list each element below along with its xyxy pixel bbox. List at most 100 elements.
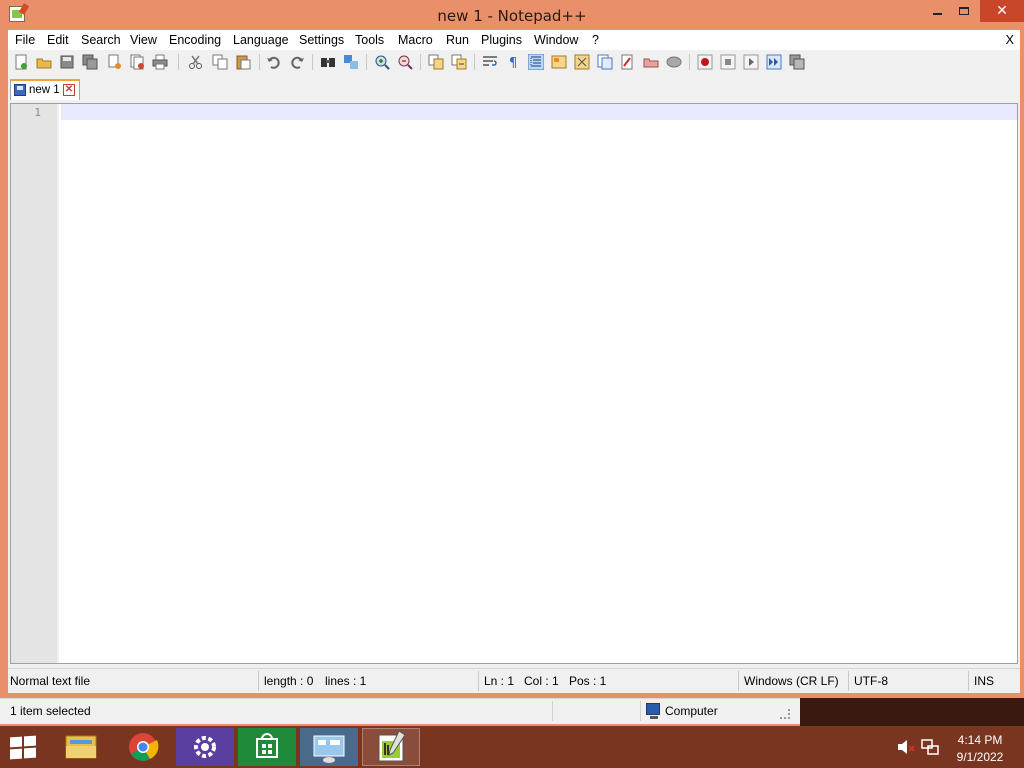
tab-label: new 1	[29, 84, 60, 96]
status-divider	[738, 671, 739, 691]
title-bar[interactable]: new 1 - Notepad++ ✕	[0, 0, 1024, 30]
zoom-out-icon[interactable]	[397, 54, 413, 70]
line-number-gutter[interactable]: 1	[11, 104, 59, 663]
close-icon: ✕	[996, 3, 1008, 19]
cut-icon[interactable]	[188, 54, 204, 70]
undo-icon[interactable]	[266, 54, 282, 70]
taskbar-notepadpp[interactable]	[362, 728, 420, 766]
show-all-chars-icon[interactable]: ¶	[505, 54, 521, 70]
start-button[interactable]	[10, 735, 38, 760]
menu-macro[interactable]: Macro	[398, 33, 433, 47]
toolbar: ¶	[8, 50, 1020, 74]
menu-language[interactable]: Language	[233, 33, 289, 47]
encoding-label[interactable]: UTF-8	[854, 674, 888, 688]
svg-text:¶: ¶	[509, 56, 517, 70]
copy-icon[interactable]	[212, 54, 228, 70]
status-divider	[848, 671, 849, 691]
tab-bar: new 1 ✕	[8, 76, 1020, 102]
doc-map-icon[interactable]	[574, 54, 590, 70]
paste-icon[interactable]	[235, 54, 251, 70]
volume-muted-icon[interactable]	[896, 726, 916, 768]
find-icon[interactable]	[320, 54, 336, 70]
file-type-label: Normal text file	[10, 674, 91, 688]
desktop-background	[800, 698, 1024, 726]
file-explorer-icon	[65, 735, 97, 759]
open-file-icon[interactable]	[36, 54, 52, 70]
lines-label: lines : 1	[325, 674, 367, 688]
length-label: length : 0	[264, 674, 314, 688]
clock-time[interactable]: 4:14 PM	[940, 733, 1020, 747]
clock-date[interactable]: 9/1/2022	[940, 750, 1020, 764]
line-number: 1	[34, 106, 41, 119]
menu-search[interactable]: Search	[81, 33, 121, 47]
menu-window[interactable]: Window	[534, 33, 578, 47]
folder-workspace-icon[interactable]	[620, 54, 636, 70]
eol-format-label[interactable]: Windows (CR LF)	[744, 674, 839, 688]
toolbar-separator	[420, 54, 421, 70]
sync-horizontal-icon[interactable]	[451, 54, 467, 70]
notepadpp-window: File Edit Search View Encoding Language …	[8, 30, 1020, 693]
play-macro-icon[interactable]	[743, 54, 759, 70]
maximize-icon	[959, 6, 969, 15]
menu-plugins[interactable]: Plugins	[481, 33, 522, 47]
close-all-icon[interactable]	[129, 54, 145, 70]
indent-guide-icon[interactable]	[528, 54, 544, 70]
close-file-icon[interactable]	[106, 54, 122, 70]
control-panel-icon	[300, 728, 358, 766]
status-divider	[640, 701, 641, 721]
resize-grip-icon[interactable]	[780, 709, 790, 719]
close-window-button[interactable]: ✕	[980, 0, 1024, 22]
taskbar-file-explorer[interactable]	[52, 728, 110, 766]
close-document-button[interactable]: X	[1006, 33, 1014, 47]
user-language-icon[interactable]	[551, 54, 567, 70]
stop-macro-icon[interactable]	[720, 54, 736, 70]
insert-mode-label[interactable]: INS	[974, 674, 994, 688]
zoom-in-icon[interactable]	[374, 54, 390, 70]
print-icon[interactable]	[152, 54, 168, 70]
function-list-icon[interactable]	[597, 54, 613, 70]
save-macro-icon[interactable]	[789, 54, 805, 70]
text-editor[interactable]: 1	[10, 103, 1018, 664]
taskbar-settings[interactable]	[176, 728, 234, 766]
menu-edit[interactable]: Edit	[47, 33, 69, 47]
record-off-icon[interactable]	[666, 54, 682, 70]
toolbar-separator	[366, 54, 367, 70]
status-divider	[552, 701, 553, 721]
selection-count: 1 item selected	[10, 704, 91, 718]
tab-close-icon[interactable]: ✕	[63, 84, 75, 96]
replace-icon[interactable]	[343, 54, 359, 70]
taskbar-store[interactable]	[238, 728, 296, 766]
menu-settings[interactable]: Settings	[299, 33, 344, 47]
taskbar-chrome[interactable]	[114, 728, 172, 766]
status-divider	[968, 671, 969, 691]
toolbar-separator	[689, 54, 690, 70]
new-file-icon[interactable]	[13, 54, 29, 70]
tab-save-icon	[14, 84, 26, 96]
editor-content[interactable]	[65, 105, 1017, 119]
tab-new-1[interactable]: new 1 ✕	[10, 79, 80, 100]
save-icon[interactable]	[59, 54, 75, 70]
save-all-icon[interactable]	[82, 54, 98, 70]
record-macro-icon[interactable]	[697, 54, 713, 70]
menu-bar: File Edit Search View Encoding Language …	[8, 30, 1020, 50]
status-bar: Normal text file length : 0 lines : 1 Ln…	[8, 668, 1020, 693]
menu-tools[interactable]: Tools	[355, 33, 384, 47]
explorer-status-bar: 1 item selected Computer	[0, 698, 800, 724]
redo-icon[interactable]	[289, 54, 305, 70]
menu-view[interactable]: View	[130, 33, 157, 47]
maximize-button[interactable]	[948, 0, 980, 22]
computer-icon	[646, 703, 660, 719]
taskbar-control-panel[interactable]	[300, 728, 358, 766]
menu-help[interactable]: ?	[592, 33, 599, 47]
sync-vertical-icon[interactable]	[428, 54, 444, 70]
network-icon[interactable]	[920, 726, 940, 768]
toolbar-separator	[312, 54, 313, 70]
word-wrap-icon[interactable]	[482, 54, 498, 70]
taskbar: 4:14 PM 9/1/2022	[0, 726, 1024, 768]
run-macro-multiple-icon[interactable]	[766, 54, 782, 70]
menu-file[interactable]: File	[15, 33, 35, 47]
monitoring-icon[interactable]	[643, 54, 659, 70]
menu-run[interactable]: Run	[446, 33, 469, 47]
menu-encoding[interactable]: Encoding	[169, 33, 221, 47]
location-label: Computer	[665, 704, 718, 718]
